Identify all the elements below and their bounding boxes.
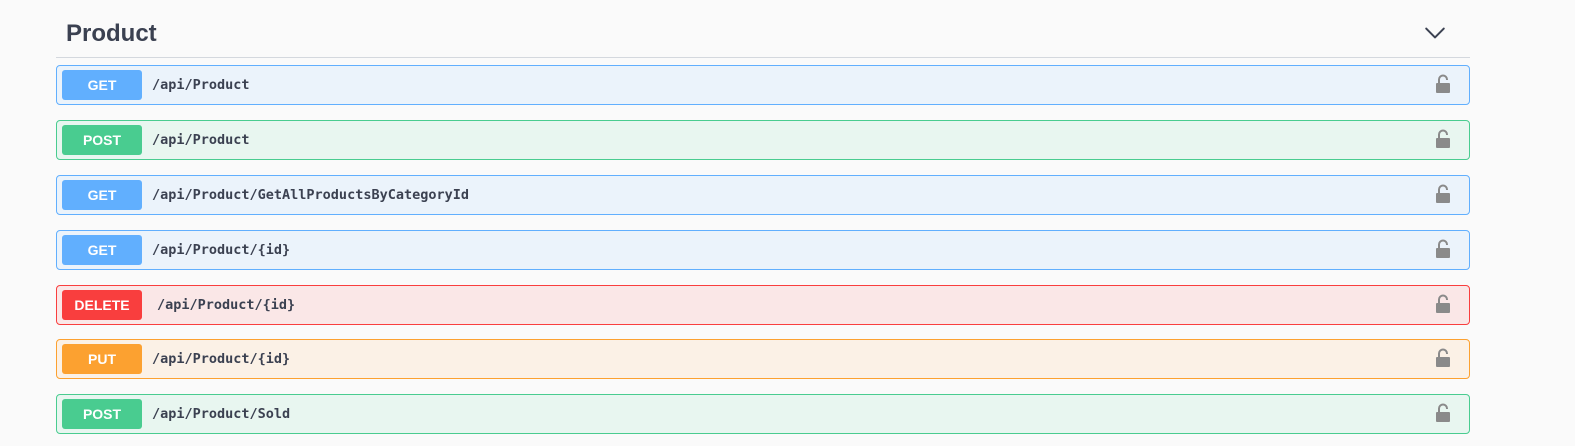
unlocked-padlock-icon[interactable]: [1435, 403, 1451, 423]
operation-post-product[interactable]: POST /api/Product: [56, 120, 1470, 160]
unlocked-padlock-icon[interactable]: [1435, 348, 1451, 368]
method-badge: POST: [62, 125, 142, 155]
operation-post-product-sold[interactable]: POST /api/Product/Sold: [56, 394, 1470, 434]
method-badge: POST: [62, 399, 142, 429]
unlocked-padlock-icon[interactable]: [1435, 74, 1451, 94]
unlocked-padlock-icon[interactable]: [1435, 239, 1451, 259]
section-title: Product: [66, 20, 157, 47]
section-header[interactable]: Product: [56, 0, 1470, 58]
product-section: Product GET /api/Product POST /api/Produ…: [56, 0, 1470, 434]
operation-get-product-by-id[interactable]: GET /api/Product/{id}: [56, 230, 1470, 270]
endpoint-path: /api/Product/{id}: [157, 297, 296, 313]
endpoint-path: /api/Product/{id}: [152, 242, 291, 258]
operation-get-product[interactable]: GET /api/Product: [56, 65, 1470, 105]
method-badge: GET: [62, 70, 142, 100]
unlocked-padlock-icon[interactable]: [1435, 294, 1451, 314]
method-badge: GET: [62, 180, 142, 210]
method-badge: GET: [62, 235, 142, 265]
endpoint-path: /api/Product/GetAllProductsByCategoryId: [152, 187, 469, 203]
endpoint-path: /api/Product: [152, 77, 250, 93]
unlocked-padlock-icon[interactable]: [1435, 129, 1451, 149]
unlocked-padlock-icon[interactable]: [1435, 184, 1451, 204]
endpoint-path: /api/Product/{id}: [152, 351, 291, 367]
method-badge: PUT: [62, 344, 142, 374]
endpoint-path: /api/Product: [152, 132, 250, 148]
method-badge: DELETE: [62, 290, 142, 320]
chevron-down-icon[interactable]: [1424, 22, 1446, 44]
operation-get-products-by-category[interactable]: GET /api/Product/GetAllProductsByCategor…: [56, 175, 1470, 215]
operation-delete-product[interactable]: DELETE /api/Product/{id}: [56, 285, 1470, 325]
operation-put-product[interactable]: PUT /api/Product/{id}: [56, 339, 1470, 379]
endpoint-path: /api/Product/Sold: [152, 406, 291, 422]
